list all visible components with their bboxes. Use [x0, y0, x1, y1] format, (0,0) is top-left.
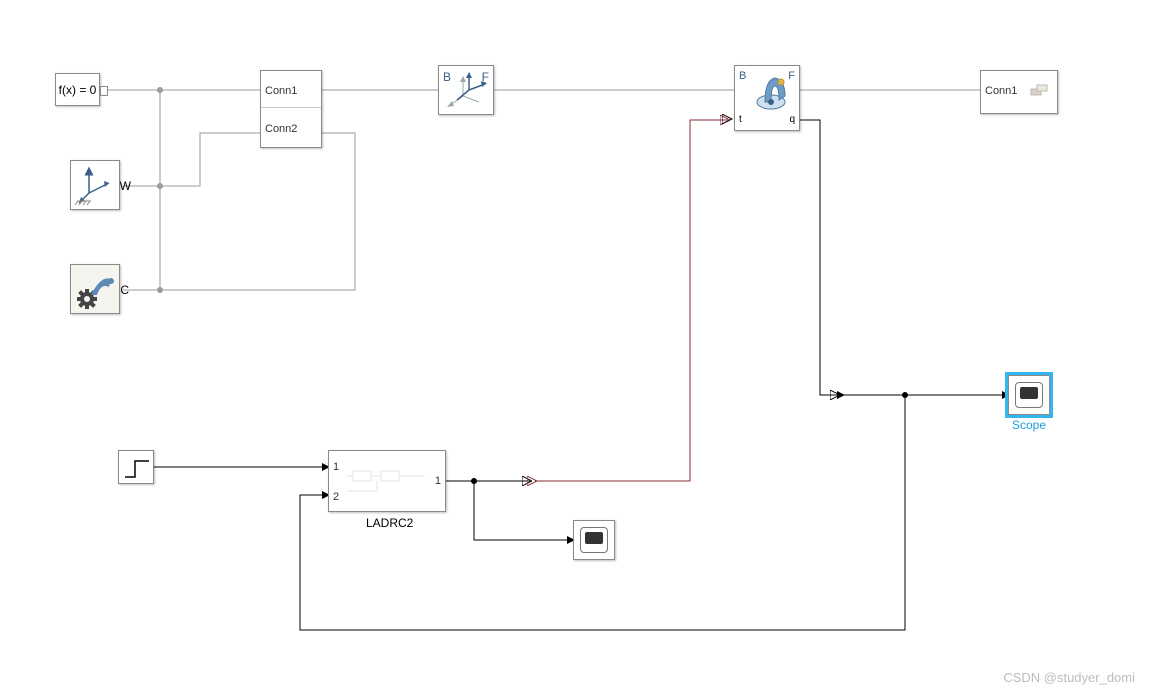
link-solid-port-conn1: Conn1 — [985, 85, 1017, 97]
solver-label: f(x) = 0 — [59, 83, 97, 97]
revolute-port-f: F — [788, 70, 795, 82]
step-icon — [119, 451, 155, 485]
transform-port-f: F — [482, 70, 489, 84]
mech-config-icon — [71, 265, 121, 315]
world-frame-icon — [71, 161, 121, 211]
transform-port-b: B — [443, 70, 451, 84]
scope-icon — [1015, 382, 1043, 408]
scope-small-block[interactable] — [573, 520, 615, 560]
world-frame-block[interactable]: W — [70, 160, 120, 210]
revolute-joint-block[interactable]: B F t q — [734, 65, 800, 131]
ladrc2-block[interactable]: 1 2 1 — [328, 450, 446, 512]
mech-config-block[interactable]: C — [70, 264, 120, 314]
simulink-canvas[interactable]: f(x) = 0 W — [0, 0, 1153, 693]
ladrc2-name-label: LADRC2 — [366, 516, 413, 530]
revolute-port-t: t — [739, 114, 742, 125]
link-solid-icon — [1029, 81, 1051, 103]
step-source-block[interactable] — [118, 450, 154, 484]
scope-name-label: Scope — [1012, 418, 1046, 432]
solver-port — [100, 86, 108, 96]
subsystem-port-conn2: Conn2 — [265, 123, 297, 135]
revolute-port-b: B — [739, 70, 746, 82]
subsystem-divider — [261, 107, 321, 108]
revolute-t-port-icon — [722, 114, 734, 126]
scope-small-icon — [580, 527, 608, 553]
ladrc2-inner-icon — [347, 465, 427, 499]
scope-block[interactable] — [1008, 375, 1050, 415]
subsystem-link-base[interactable]: Conn1 Conn2 — [260, 70, 322, 148]
revolute-port-q: q — [789, 114, 795, 125]
solver-config-block[interactable]: f(x) = 0 — [55, 73, 100, 106]
world-frame-port-label: W — [120, 179, 131, 193]
ladrc2-out1: 1 — [435, 475, 441, 487]
ladrc2-in1: 1 — [333, 461, 339, 473]
watermark: CSDN @studyer_domi — [1003, 670, 1135, 685]
rigid-transform-block[interactable]: B F — [438, 65, 494, 115]
mech-config-port-label: C — [120, 283, 129, 297]
link-solid-block[interactable]: Conn1 — [980, 70, 1058, 114]
ladrc2-in2: 2 — [333, 491, 339, 503]
subsystem-port-conn1: Conn1 — [265, 85, 297, 97]
